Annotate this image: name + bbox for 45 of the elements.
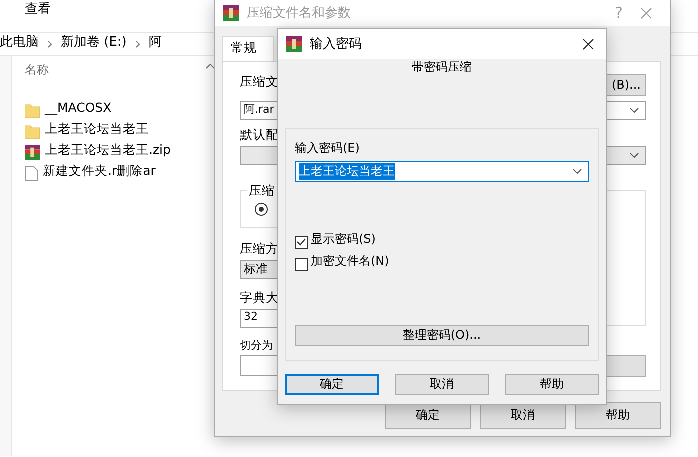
archive-icon: [25, 145, 40, 160]
file-name[interactable]: 新建文件夹.r删除ar: [43, 163, 156, 180]
dialog-button[interactable]: 取消: [395, 374, 489, 395]
field-label: 压缩方: [240, 241, 279, 258]
field-value: 标准: [244, 261, 268, 278]
dialog-heading: 带密码压缩: [412, 59, 472, 76]
window-title: 压缩文件名和参数: [247, 5, 352, 22]
field-value: 32: [244, 310, 258, 323]
file-name[interactable]: 上老王论坛当老王.zip: [45, 142, 171, 159]
field-label: 压缩文: [240, 74, 279, 91]
organize-passwords-button[interactable]: 整理密码(O)...: [295, 325, 589, 346]
dialog-button[interactable]: 确定: [285, 374, 379, 395]
checkbox[interactable]: [295, 236, 308, 248]
window-title: 输入密码: [310, 36, 363, 53]
field-value: 上老王论坛当老王: [299, 163, 395, 180]
radio-button[interactable]: [255, 203, 268, 216]
archive-icon: [223, 5, 239, 21]
tab[interactable]: 常规: [222, 36, 274, 61]
column-header[interactable]: 名称: [25, 62, 49, 79]
password-field[interactable]: 上老王论坛当老王: [295, 161, 589, 182]
chevron-down-icon: [630, 153, 639, 158]
folder-icon: [25, 124, 40, 138]
chevron-down-icon: [630, 108, 639, 113]
breadcrumb-item[interactable]: 新加卷 (E:): [61, 33, 127, 51]
chevron-down-icon: [573, 169, 582, 174]
folder-icon: [25, 104, 40, 118]
dialog-button[interactable]: 帮助: [505, 374, 599, 395]
checkbox-label[interactable]: 加密文件名(N): [311, 253, 390, 270]
file-icon: [25, 166, 38, 181]
close-icon[interactable]: [583, 38, 594, 50]
checkbox-label[interactable]: 显示密码(S): [311, 231, 376, 248]
file-name[interactable]: 上老王论坛当老王: [45, 121, 149, 138]
sort-up-icon: [206, 64, 215, 69]
field-label: 切分为: [240, 338, 273, 353]
archive-icon: [286, 36, 302, 52]
menu-tab[interactable]: 查看: [25, 0, 51, 18]
breadcrumb-item[interactable]: 此电脑: [0, 33, 39, 51]
field-value: 阿.rar: [244, 102, 274, 117]
checkbox[interactable]: [295, 258, 308, 270]
field-label: 输入密码(E): [295, 140, 360, 157]
file-name[interactable]: __MACOSX: [45, 100, 112, 115]
chevron-right-icon: [136, 40, 140, 48]
chevron-right-icon: [48, 40, 52, 48]
dialog-button[interactable]: 帮助: [575, 402, 661, 429]
breadcrumb-item[interactable]: 阿: [148, 33, 162, 51]
